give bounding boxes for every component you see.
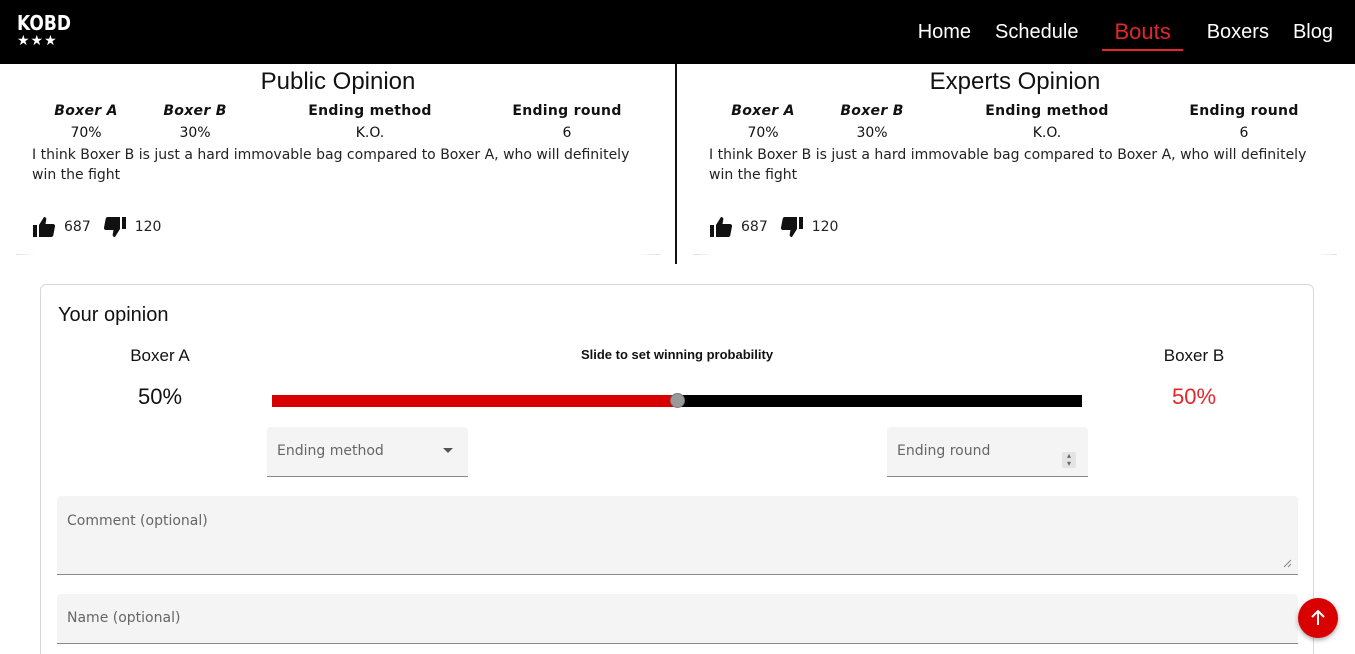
experts-opinion-panel: Experts Opinion Boxer A 70% Boxer B 30% … <box>693 64 1337 264</box>
stat-value-boxer-a: 70% <box>70 125 102 141</box>
thumbs-down-icon[interactable] <box>103 216 127 238</box>
comment-label: Comment (optional) <box>67 513 208 529</box>
slider-hint: Slide to set winning probability <box>580 347 774 362</box>
panels-divider <box>675 64 677 264</box>
logo-stars-icon: ★★★ <box>17 33 58 49</box>
nav-boxers[interactable]: Boxers <box>1207 15 1269 50</box>
dropdown-arrow-icon <box>443 448 453 453</box>
boxer-b-label: Boxer B <box>1163 346 1225 365</box>
public-opinion-comment: I think Boxer B is just a hard immovable… <box>32 147 630 183</box>
public-opinion-votes: 687 120 <box>32 216 173 238</box>
resize-handle-icon[interactable] <box>1282 558 1292 568</box>
boxer-a-label: Boxer A <box>130 346 190 365</box>
public-opinion-panel: Public Opinion Boxer A 70% Boxer B 30% E… <box>16 64 660 264</box>
experts-opinion-title: Experts Opinion <box>929 68 1101 95</box>
stat-header-boxer-a: Boxer A <box>54 103 118 119</box>
arrow-up-icon <box>1311 609 1325 625</box>
experts-opinion-comment: I think Boxer B is just a hard immovable… <box>709 147 1307 183</box>
like-count: 687 <box>741 219 768 235</box>
boxer-a-percentage: 50% <box>137 384 183 409</box>
thumbs-up-icon[interactable] <box>709 216 733 238</box>
logo-text: KOBD <box>17 11 71 35</box>
comment-textarea[interactable]: Comment (optional) <box>57 496 1298 575</box>
winning-probability-slider[interactable] <box>272 393 1082 408</box>
thumbs-down-icon[interactable] <box>780 216 804 238</box>
stat-value-ending-round: 6 <box>562 125 572 141</box>
stat-header-ending-method: Ending method <box>308 103 432 119</box>
experts-opinion-votes: 687 120 <box>709 216 850 238</box>
name-input[interactable]: Name (optional) <box>57 594 1298 644</box>
stat-header-boxer-b: Boxer B <box>840 103 904 119</box>
stat-header-ending-method: Ending method <box>985 103 1109 119</box>
stat-value-boxer-b: 30% <box>856 125 888 141</box>
nav-home[interactable]: Home <box>918 15 971 50</box>
your-opinion-title: Your opinion <box>58 304 169 326</box>
ending-round-label: Ending round <box>897 443 991 459</box>
slider-thumb[interactable] <box>670 393 685 408</box>
stat-value-ending-round: 6 <box>1239 125 1249 141</box>
main-nav: Home Schedule Bouts Boxers Blog <box>894 0 1333 64</box>
panel-divider-line <box>16 254 660 255</box>
stat-header-ending-round: Ending round <box>1189 103 1299 119</box>
public-opinion-title: Public Opinion <box>260 68 416 95</box>
dislike-count: 120 <box>811 219 839 235</box>
nav-blog[interactable]: Blog <box>1293 15 1333 50</box>
ending-method-label: Ending method <box>277 443 384 459</box>
thumbs-up-icon[interactable] <box>32 216 56 238</box>
your-opinion-card: Your opinion Boxer A 50% Boxer B 50% Sli… <box>40 284 1314 654</box>
stat-value-ending-method: K.O. <box>355 125 385 141</box>
stat-value-ending-method: K.O. <box>1032 125 1062 141</box>
stat-value-boxer-a: 70% <box>747 125 779 141</box>
stat-header-boxer-b: Boxer B <box>163 103 227 119</box>
scroll-to-top-button[interactable] <box>1298 598 1338 638</box>
nav-bouts[interactable]: Bouts <box>1102 13 1183 51</box>
top-navbar: KOBD ★★★ Home Schedule Bouts Boxers Blog <box>0 0 1355 64</box>
like-count: 687 <box>64 219 91 235</box>
stat-header-boxer-a: Boxer A <box>731 103 795 119</box>
ending-method-select[interactable]: Ending method <box>267 427 468 477</box>
slider-fill <box>272 395 677 407</box>
dislike-count: 120 <box>134 219 162 235</box>
stat-header-ending-round: Ending round <box>512 103 622 119</box>
stat-value-boxer-b: 30% <box>179 125 211 141</box>
boxer-b-percentage: 50% <box>1171 384 1217 409</box>
site-logo[interactable]: KOBD ★★★ <box>17 12 80 48</box>
ending-round-input[interactable]: Ending round ▴ ▾ <box>887 427 1088 477</box>
number-spinner-icon[interactable]: ▴ ▾ <box>1062 452 1076 468</box>
nav-schedule[interactable]: Schedule <box>995 15 1078 50</box>
name-label: Name (optional) <box>67 610 181 626</box>
panel-divider-line <box>693 254 1337 255</box>
